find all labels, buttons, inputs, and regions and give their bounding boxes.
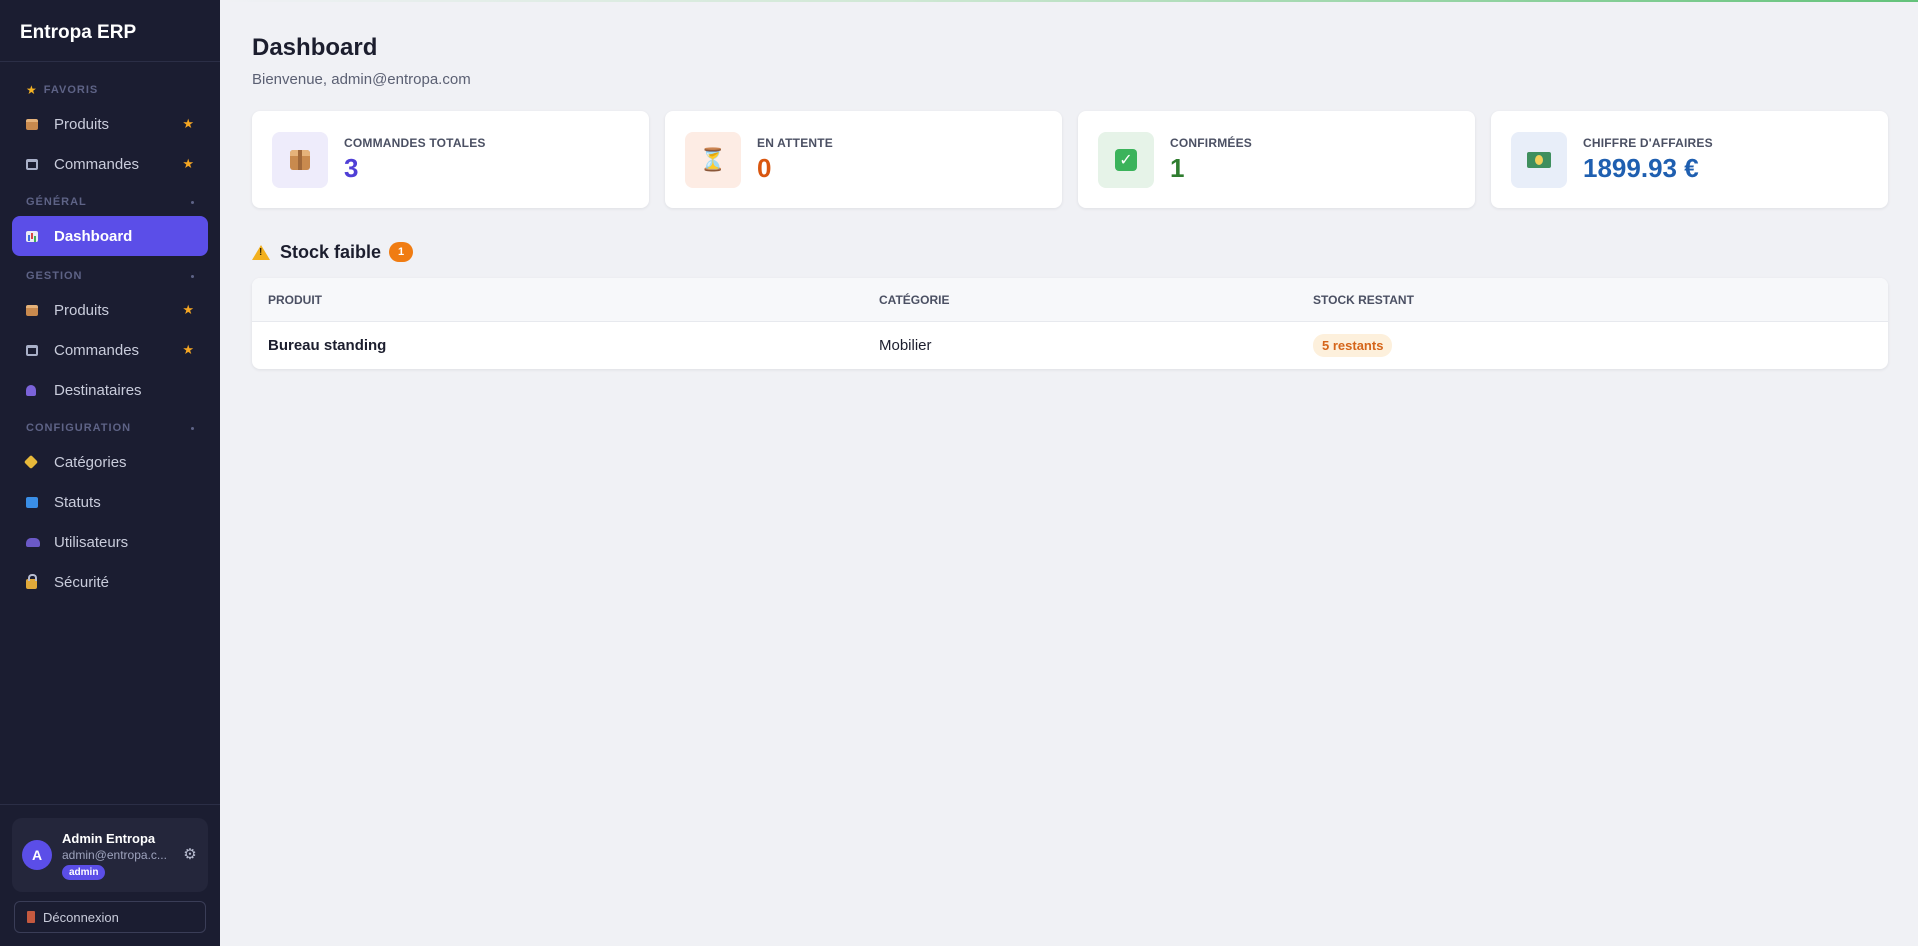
lock-icon xyxy=(26,573,54,589)
stat-value: 3 xyxy=(344,152,359,183)
cart-icon xyxy=(26,344,54,356)
section-heading: GESTION xyxy=(26,270,83,282)
column-header-stock: STOCK RESTANT xyxy=(1313,292,1414,307)
sidebar-item-label: Dashboard xyxy=(54,227,133,245)
page-title: Dashboard xyxy=(252,34,378,61)
low-stock-header: Stock faible 1 xyxy=(252,242,1888,262)
sidebar-item-label: Produits xyxy=(54,115,110,133)
gear-icon[interactable]: ⚙ xyxy=(182,847,198,863)
sidebar-item-securite[interactable]: Sécurité xyxy=(12,562,208,602)
section-heading: CONFIGURATION xyxy=(26,422,132,434)
divider xyxy=(0,804,220,805)
user-info: Admin Entropa admin@entropa.c... admin xyxy=(62,831,182,880)
star-icon: ★ xyxy=(26,83,38,97)
welcome-text: Bienvenue, admin@entropa.com xyxy=(252,71,471,88)
sidebar-item-label: Commandes xyxy=(54,341,140,359)
sidebar: Entropa ERP ★ FAVORIS Produits ★ Commande… xyxy=(0,0,220,946)
column-header-categorie: CATÉGORIE xyxy=(879,292,950,307)
money-icon xyxy=(1511,131,1567,188)
cell-product: Bureau standing xyxy=(268,337,387,354)
tag-icon xyxy=(23,454,54,470)
main-content: Dashboard Bienvenue, admin@entropa.com C… xyxy=(220,0,1918,946)
stat-label: CONFIRMÉES xyxy=(1170,135,1253,150)
section-heading: FAVORIS xyxy=(43,84,99,96)
cell-category: Mobilier xyxy=(879,337,932,354)
stat-label: COMMANDES TOTALES xyxy=(344,135,486,150)
table-row[interactable]: Bureau standing Mobilier 5 restants xyxy=(252,322,1888,369)
low-stock-table: PRODUIT CATÉGORIE STOCK RESTANT Bureau s… xyxy=(252,278,1888,369)
avatar: A xyxy=(22,840,52,870)
star-icon[interactable]: ★ xyxy=(182,302,194,318)
user-card: A Admin Entropa admin@entropa.c... admin… xyxy=(12,818,208,892)
logout-label: Déconnexion xyxy=(43,909,119,925)
role-badge: admin xyxy=(62,864,106,880)
stat-label: EN ATTENTE xyxy=(757,135,833,150)
count-badge: 1 xyxy=(389,242,414,262)
package-icon xyxy=(26,118,54,130)
low-stock-title: Stock faible xyxy=(280,241,382,262)
section-favoris: ★ FAVORIS xyxy=(12,76,208,104)
sidebar-item-label: Produits xyxy=(54,301,110,319)
sidebar-item-label: Commandes xyxy=(54,155,140,173)
app-title: Entropa ERP xyxy=(0,0,220,62)
sidebar-item-produits[interactable]: Produits ★ xyxy=(12,290,208,330)
users-icon xyxy=(26,537,54,547)
check-icon: ✓ xyxy=(1098,131,1154,188)
stat-value: 1899.93 € xyxy=(1583,152,1699,183)
section-general[interactable]: GÉNÉRAL xyxy=(12,188,208,216)
star-icon[interactable]: ★ xyxy=(182,342,194,358)
stat-card-confirmed: ✓ CONFIRMÉES 1 xyxy=(1078,111,1475,208)
person-icon xyxy=(26,384,54,396)
cart-icon xyxy=(26,158,54,170)
sidebar-item-statuts[interactable]: Statuts xyxy=(12,482,208,522)
sidebar-nav: ★ FAVORIS Produits ★ Commandes ★ GÉNÉRAL … xyxy=(0,62,220,602)
chart-icon xyxy=(26,230,54,242)
sidebar-item-label: Utilisateurs xyxy=(54,533,129,551)
logout-button[interactable]: Déconnexion xyxy=(14,901,206,933)
cell-stock: 5 restants xyxy=(1313,334,1888,357)
sync-icon xyxy=(26,496,54,508)
sidebar-item-label: Statuts xyxy=(54,493,101,511)
column-header-produit: PRODUIT xyxy=(268,292,322,307)
warning-icon xyxy=(252,244,270,260)
sidebar-item-fav-produits[interactable]: Produits ★ xyxy=(12,104,208,144)
sidebar-item-utilisateurs[interactable]: Utilisateurs xyxy=(12,522,208,562)
stat-card-total-orders: COMMANDES TOTALES 3 xyxy=(252,111,649,208)
sidebar-item-commandes[interactable]: Commandes ★ xyxy=(12,330,208,370)
package-icon xyxy=(26,304,54,316)
door-icon xyxy=(27,911,35,923)
stat-value: 0 xyxy=(757,152,772,183)
stats-cards: COMMANDES TOTALES 3 ⏳ EN ATTENTE 0 ✓ CON… xyxy=(252,111,1888,208)
star-icon[interactable]: ★ xyxy=(182,156,194,172)
sidebar-item-dashboard[interactable]: Dashboard xyxy=(12,216,208,256)
user-email: admin@entropa.c... xyxy=(62,847,167,862)
sidebar-item-categories[interactable]: Catégories xyxy=(12,442,208,482)
stat-value: 1 xyxy=(1170,152,1185,183)
section-configuration[interactable]: CONFIGURATION xyxy=(12,414,208,442)
sidebar-item-label: Sécurité xyxy=(54,573,110,591)
sidebar-item-fav-commandes[interactable]: Commandes ★ xyxy=(12,144,208,184)
section-heading: GÉNÉRAL xyxy=(26,196,87,208)
collapse-dot-icon xyxy=(191,200,194,204)
table-header: PRODUIT CATÉGORIE STOCK RESTANT xyxy=(252,278,1888,322)
stat-card-revenue: CHIFFRE D'AFFAIRES 1899.93 € xyxy=(1491,111,1888,208)
package-icon xyxy=(272,131,328,188)
stock-badge: 5 restants xyxy=(1313,334,1393,357)
stat-label: CHIFFRE D'AFFAIRES xyxy=(1583,135,1713,150)
stat-card-pending: ⏳ EN ATTENTE 0 xyxy=(665,111,1062,208)
user-name: Admin Entropa xyxy=(62,830,156,846)
section-gestion[interactable]: GESTION xyxy=(12,262,208,290)
star-icon[interactable]: ★ xyxy=(182,116,194,132)
hourglass-icon: ⏳ xyxy=(685,131,741,188)
sidebar-item-label: Catégories xyxy=(54,453,127,471)
sidebar-item-destinataires[interactable]: Destinataires xyxy=(12,370,208,410)
collapse-dot-icon xyxy=(191,426,194,430)
sidebar-item-label: Destinataires xyxy=(54,381,142,399)
collapse-dot-icon xyxy=(191,274,194,278)
